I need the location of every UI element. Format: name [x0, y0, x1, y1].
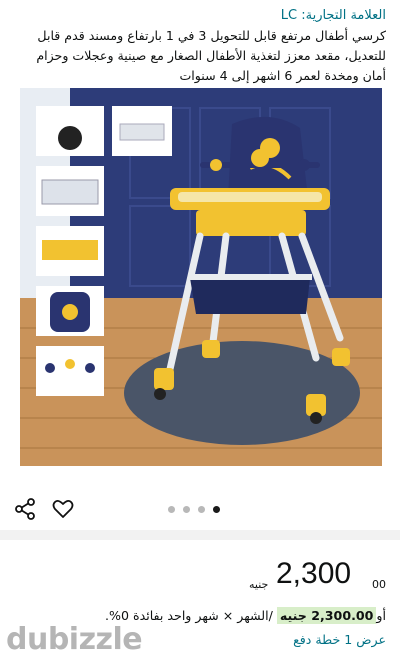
gallery-pagination	[168, 506, 220, 513]
installment-amount: 2,300.00 جنيه	[276, 607, 377, 624]
gallery-dot-active[interactable]	[213, 506, 220, 513]
section-divider	[0, 530, 400, 540]
share-icon[interactable]	[12, 496, 38, 522]
price-amount: 2,300	[276, 557, 352, 590]
payment-plan-link[interactable]: عرض 1 خطة دفع	[293, 632, 386, 647]
price-currency: جنيه	[249, 578, 269, 591]
price-block: 2,300 00	[0, 556, 400, 600]
image-actions-bar	[0, 490, 400, 526]
installment-prefix: أو	[376, 608, 386, 623]
gallery-dot[interactable]	[168, 506, 175, 513]
product-image[interactable]	[20, 88, 382, 466]
gallery-dot[interactable]	[183, 506, 190, 513]
product-title: كرسي أطفال مرتفع قابل للتحويل 3 في 1 بار…	[36, 28, 386, 83]
installment-suffix: /الشهر × شهر واحد بفائدة 0%.	[104, 608, 273, 623]
product-photo-illustration	[20, 88, 382, 466]
gallery-dot[interactable]	[198, 506, 205, 513]
price-fraction: 00	[372, 578, 386, 591]
brand-link[interactable]: العلامة التجارية: LC	[281, 8, 386, 23]
dubizzle-watermark: dubizzle	[6, 622, 143, 657]
heart-icon[interactable]	[50, 496, 76, 522]
